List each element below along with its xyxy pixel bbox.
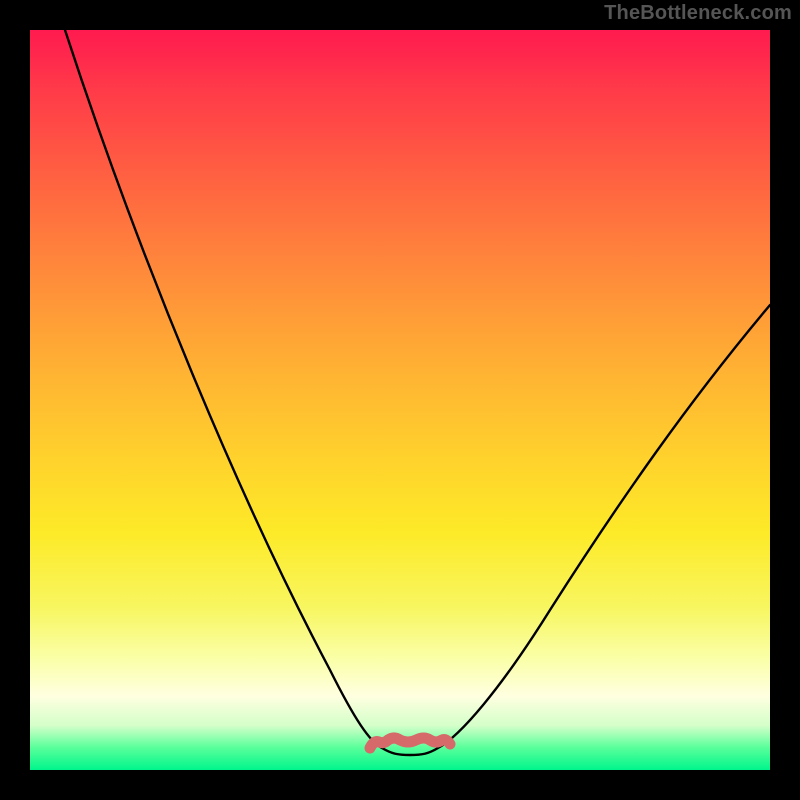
- chart-frame: TheBottleneck.com: [0, 0, 800, 800]
- watermark-label: TheBottleneck.com: [604, 2, 792, 25]
- bottleneck-curve-line: [65, 30, 770, 755]
- chart-plot-area: [30, 30, 770, 770]
- chart-svg: [30, 30, 770, 770]
- optimal-band-marker: [370, 738, 450, 748]
